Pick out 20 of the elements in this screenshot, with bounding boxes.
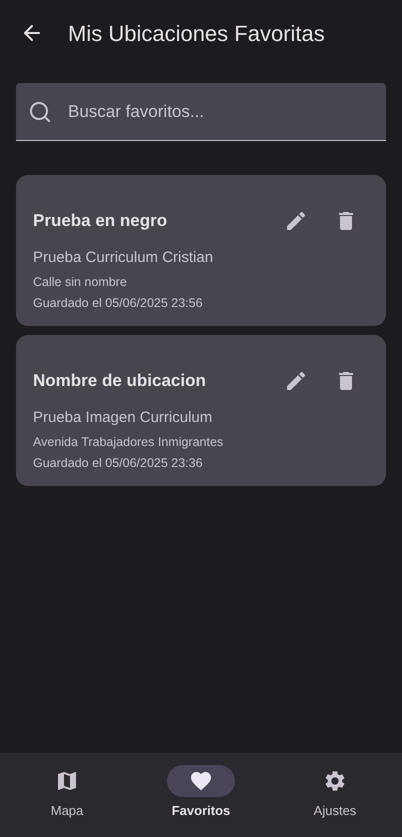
heart-icon xyxy=(189,769,213,793)
location-address: Calle sin nombre xyxy=(33,274,128,290)
search-icon xyxy=(28,100,52,124)
search-bar[interactable]: Buscar favoritos... xyxy=(16,83,386,141)
pencil-icon xyxy=(284,369,308,393)
saved-date: Guardado el 05/06/2025 23:36 xyxy=(33,455,204,472)
nav-tab[interactable]: Favoritos xyxy=(134,765,268,837)
page-title: Mis Ubicaciones Favoritas xyxy=(68,20,325,48)
map-icon xyxy=(55,769,79,793)
search-field[interactable]: Buscar favoritos... xyxy=(68,98,374,124)
location-name: Prueba en negro xyxy=(33,210,168,232)
saved-date: Guardado el 05/06/2025 23:56 xyxy=(33,295,204,312)
location-address: Avenida Trabajadores Inmigrantes xyxy=(33,434,224,451)
nav-tab[interactable]: Mapa xyxy=(0,765,134,837)
nav-tab[interactable]: Ajustes xyxy=(268,765,402,837)
location-description: Prueba Curriculum Cristian xyxy=(33,248,214,268)
settings-icon xyxy=(323,769,347,793)
pencil-icon xyxy=(284,209,308,233)
location-description: Prueba Imagen Curriculum xyxy=(33,408,214,428)
location-name: Nombre de ubicacion xyxy=(33,370,207,392)
